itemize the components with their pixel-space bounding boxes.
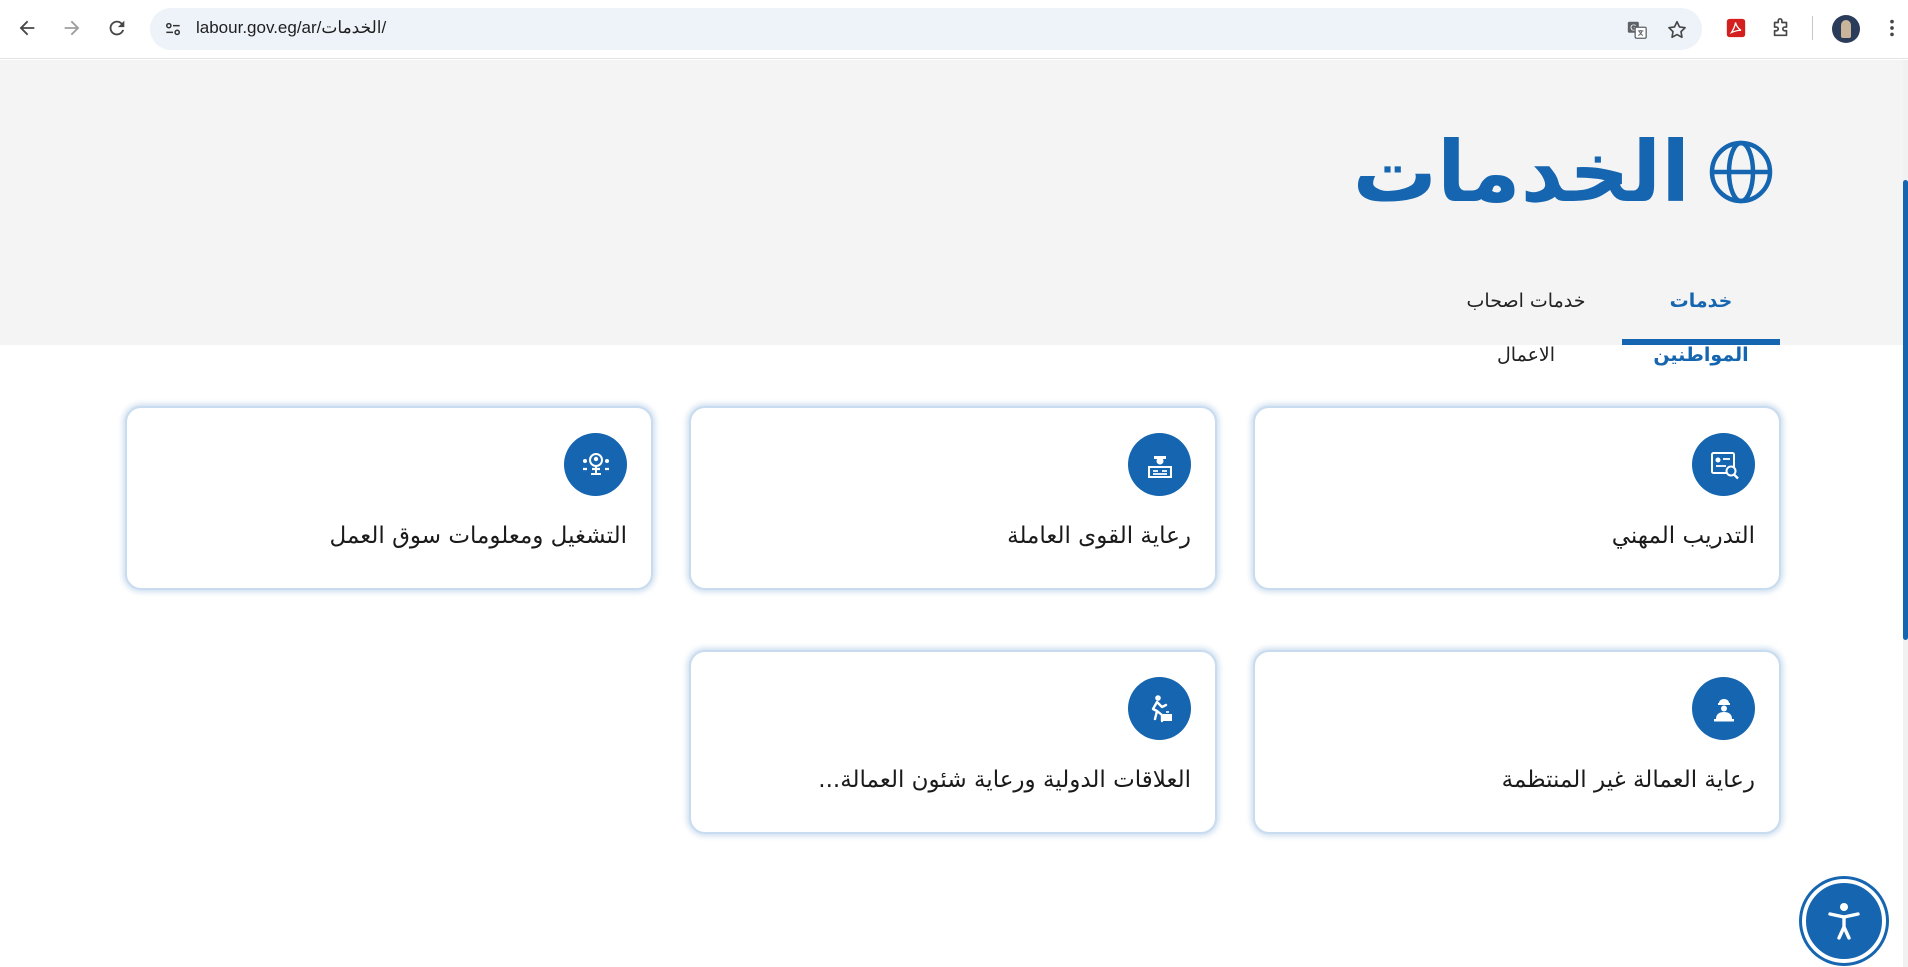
service-card-label: رعاية القوى العاملة [1007, 523, 1191, 549]
accessibility-icon [1828, 903, 1860, 940]
title-block: الخدمات [1353, 130, 1774, 214]
url-text[interactable]: labour.gov.eg/ar/الخدمات/ [196, 18, 386, 38]
service-card-international-relations[interactable]: العلاقات الدولية ورعاية شئون العمالة... [689, 650, 1217, 834]
tab-citizen-services[interactable]: خدمات المواطنين [1622, 274, 1780, 366]
bookmark-star-icon[interactable] [1664, 17, 1690, 43]
scrollbar-thumb[interactable] [1903, 180, 1908, 640]
globe-icon [1709, 140, 1773, 204]
browser-toolbar: labour.gov.eg/ar/الخدمات/ G [0, 0, 1908, 59]
service-card-employment-info[interactable]: التشغيل ومعلومات سوق العمل [125, 406, 653, 590]
service-card-label: العلاقات الدولية ورعاية شئون العمالة... [818, 767, 1191, 793]
translate-icon[interactable]: G [1624, 17, 1650, 43]
accessibility-button[interactable] [1802, 879, 1886, 963]
toolbar-separator [1812, 16, 1813, 40]
back-arrow-icon[interactable] [11, 12, 43, 44]
extensions-puzzle-icon[interactable] [1766, 13, 1796, 43]
service-card-label: التشغيل ومعلومات سوق العمل [329, 523, 627, 549]
irregular-workers-icon [1692, 677, 1755, 740]
site-info-icon[interactable] [158, 14, 188, 44]
pdf-extension-icon[interactable] [1721, 13, 1751, 43]
services-tabs: خدمات المواطنين خدمات اصحاب الاعمال [1432, 274, 1780, 366]
page-header: الخدمات خدمات المواطنين خدمات اصحاب الاع… [0, 60, 1908, 366]
training-certificate-icon [1692, 433, 1755, 496]
profile-avatar[interactable] [1832, 15, 1860, 43]
service-card-label: رعاية العمالة غير المنتظمة [1501, 767, 1755, 793]
tab-employer-services[interactable]: خدمات اصحاب الاعمال [1432, 274, 1620, 366]
service-card-vocational-training[interactable]: التدريب المهني [1253, 406, 1781, 590]
service-card-label: التدريب المهني [1611, 523, 1755, 549]
worker-care-icon [1128, 433, 1191, 496]
employment-network-icon [564, 433, 627, 496]
forward-arrow-icon[interactable] [56, 12, 88, 44]
address-bar[interactable]: labour.gov.eg/ar/الخدمات/ G [150, 8, 1702, 50]
more-menu-icon[interactable] [1877, 13, 1907, 43]
service-card-workforce-care[interactable]: رعاية القوى العاملة [689, 406, 1217, 590]
international-relations-icon [1128, 677, 1191, 740]
reload-icon[interactable] [101, 12, 133, 44]
service-card-irregular-labour[interactable]: رعاية العمالة غير المنتظمة [1253, 650, 1781, 834]
page-title: الخدمات [1352, 123, 1690, 221]
